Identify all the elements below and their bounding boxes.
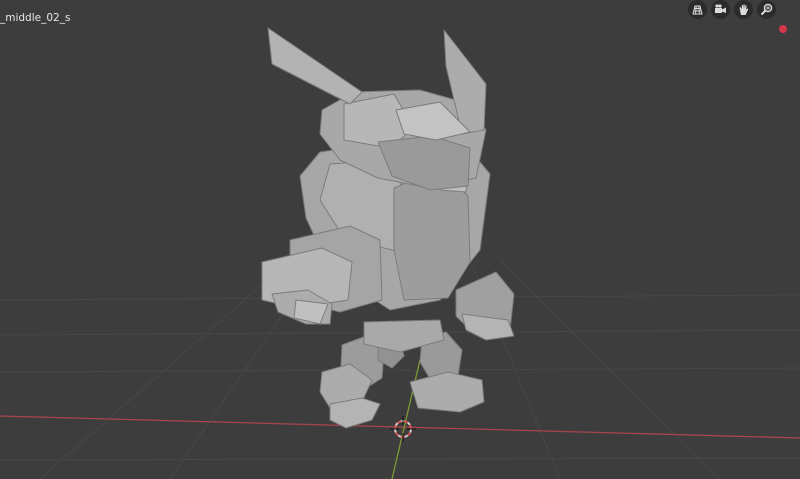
3d-viewport[interactable]: _middle_02_s [0,0,800,479]
magnifier-icon [760,3,773,16]
camera-view-button[interactable] [711,0,730,19]
x-axis-line [0,415,800,439]
record-indicator-icon [779,25,787,33]
grid-icon [692,5,703,15]
zoom-view-button[interactable] [757,0,776,19]
pan-view-button[interactable] [734,0,753,19]
active-object-name: _middle_02_s [0,12,71,24]
3d-cursor-icon[interactable] [390,416,416,442]
hand-icon [739,4,749,15]
y-axis-line [391,359,421,479]
robot-model[interactable] [261,27,515,429]
viewport-canvas[interactable] [0,0,800,479]
viewport-navigation [688,0,776,20]
toggle-camera-view-button[interactable] [688,0,707,19]
camera-icon [715,4,726,13]
